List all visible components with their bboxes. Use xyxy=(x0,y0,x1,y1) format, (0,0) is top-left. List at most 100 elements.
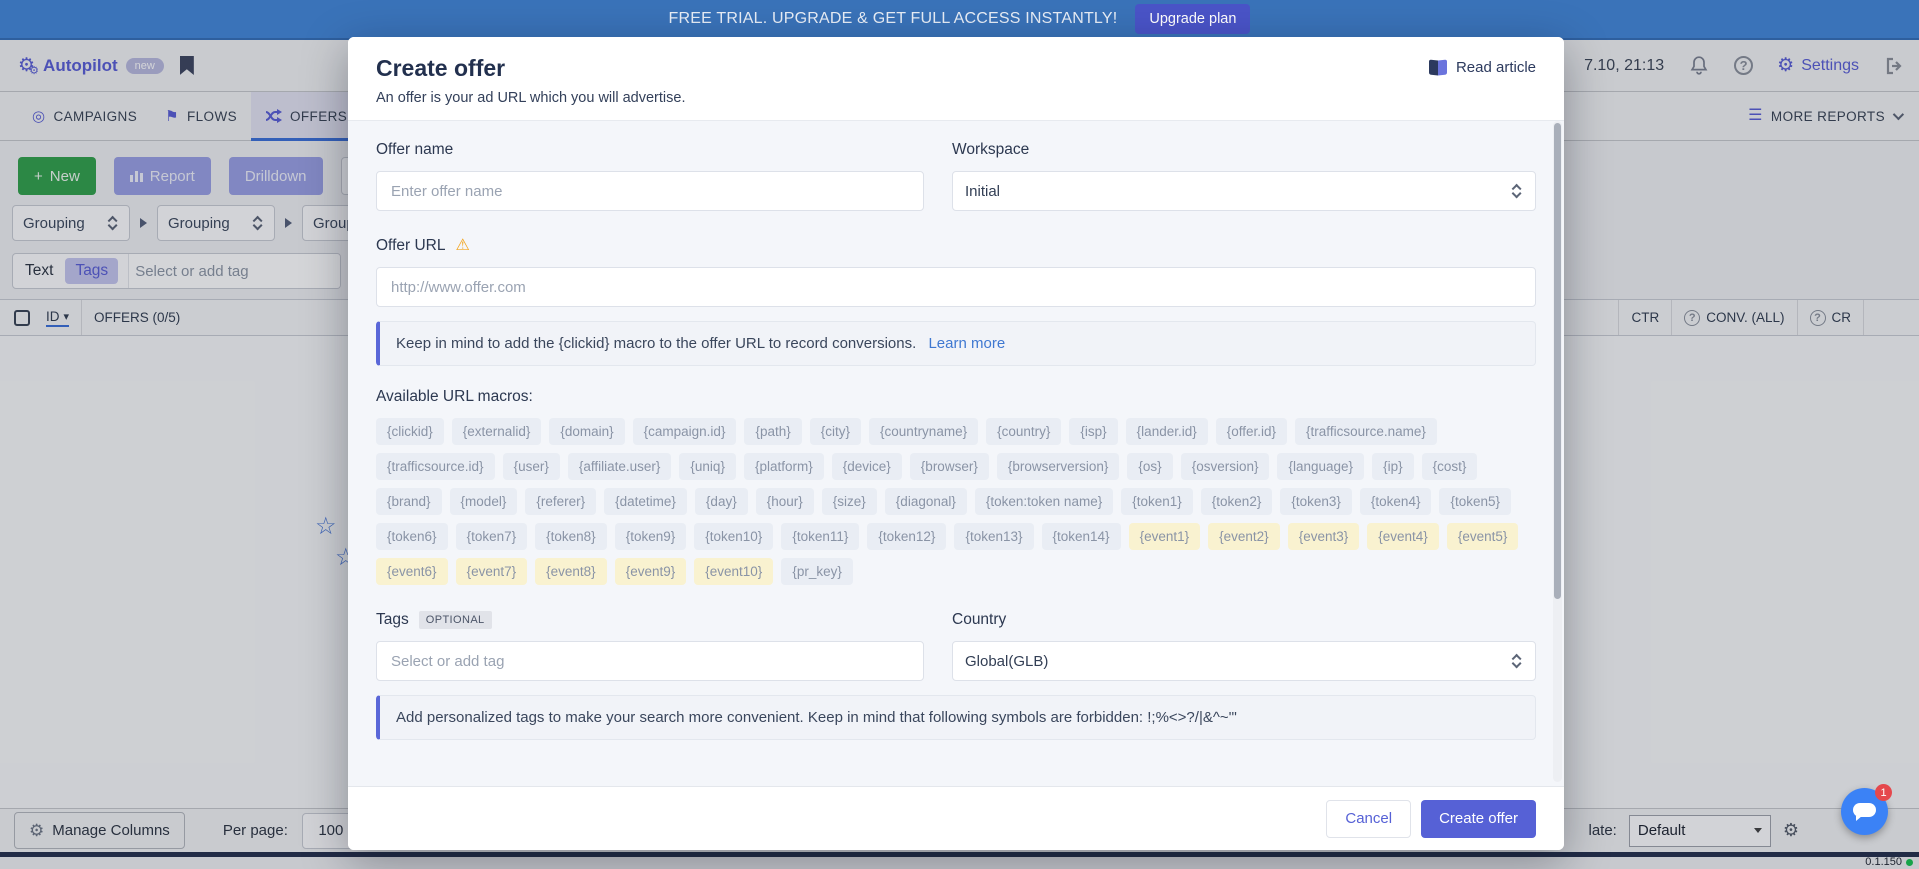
macro-chip[interactable]: {token5} xyxy=(1439,488,1511,515)
macro-chip[interactable]: {diagonal} xyxy=(885,488,967,515)
modal-footer: Cancel Create offer xyxy=(348,786,1564,850)
country-select[interactable]: Global(GLB) xyxy=(952,641,1536,681)
tags-note-text: Add personalized tags to make your searc… xyxy=(396,709,1237,726)
macro-chip[interactable]: {day} xyxy=(695,488,748,515)
macro-chip[interactable]: {browser} xyxy=(910,453,989,480)
modal-title: Create offer xyxy=(376,55,1536,82)
macro-chip[interactable]: {token13} xyxy=(954,523,1033,550)
macro-chip[interactable]: {token11} xyxy=(781,523,859,550)
macro-chip[interactable]: {isp} xyxy=(1069,418,1117,445)
macro-chip[interactable]: {domain} xyxy=(549,418,624,445)
macro-chip[interactable]: {datetime} xyxy=(604,488,687,515)
macro-chip[interactable]: {event8} xyxy=(535,558,607,585)
macro-chip[interactable]: {trafficsource.name} xyxy=(1295,418,1437,445)
workspace-label: Workspace xyxy=(952,141,1536,159)
macro-chip[interactable]: {size} xyxy=(822,488,877,515)
status-green-dot xyxy=(1906,859,1913,866)
macro-chip[interactable]: {cost} xyxy=(1422,453,1478,480)
macro-chip[interactable]: {clickid} xyxy=(376,418,444,445)
macro-chip[interactable]: {event2} xyxy=(1208,523,1280,550)
offer-url-field-group: Offer URL ⚠ http://www.offer.com xyxy=(376,237,1536,307)
clickid-note: Keep in mind to add the {clickid} macro … xyxy=(376,321,1536,366)
trial-banner-text: FREE TRIAL. UPGRADE & GET FULL ACCESS IN… xyxy=(669,10,1118,28)
macro-chip[interactable]: {event10} xyxy=(694,558,773,585)
macro-chip[interactable]: {browserversion} xyxy=(997,453,1120,480)
macro-chip[interactable]: {token3} xyxy=(1280,488,1352,515)
workspace-select-value[interactable]: Initial xyxy=(965,183,1000,200)
macro-chip[interactable]: {trafficsource.id} xyxy=(376,453,495,480)
macro-chip[interactable]: {event9} xyxy=(615,558,687,585)
macro-chip[interactable]: {token2} xyxy=(1201,488,1273,515)
macro-chip[interactable]: {countryname} xyxy=(869,418,978,445)
country-select-value[interactable]: Global(GLB) xyxy=(965,653,1048,670)
macro-chip[interactable]: {event3} xyxy=(1288,523,1360,550)
clickid-note-text: Keep in mind to add the {clickid} macro … xyxy=(396,335,916,352)
read-article-label[interactable]: Read article xyxy=(1456,59,1536,76)
tags-label: Tags xyxy=(376,611,409,629)
upgrade-plan-button[interactable]: Upgrade plan xyxy=(1135,4,1250,34)
macro-chip[interactable]: {token8} xyxy=(535,523,607,550)
macro-chip[interactable]: {path} xyxy=(744,418,801,445)
offer-name-field-group: Offer name Enter offer name xyxy=(376,141,924,211)
macro-chip[interactable]: {lander.id} xyxy=(1126,418,1208,445)
create-offer-button[interactable]: Create offer xyxy=(1421,800,1536,838)
macro-chip[interactable]: {event4} xyxy=(1367,523,1439,550)
modal-scrollbar-thumb[interactable] xyxy=(1554,123,1561,599)
macro-chips: {clickid} {externalid} {domain} {campaign.i… xyxy=(376,418,1536,585)
offer-url-label: Offer URL xyxy=(376,237,446,255)
cancel-button[interactable]: Cancel xyxy=(1326,800,1411,838)
workspace-select[interactable]: Initial xyxy=(952,171,1536,211)
macro-chip[interactable]: {token1} xyxy=(1121,488,1193,515)
macros-label: Available URL macros: xyxy=(376,388,1536,406)
chat-unread-badge: 1 xyxy=(1875,784,1892,801)
macro-chip[interactable]: {token4} xyxy=(1360,488,1432,515)
learn-more-link[interactable]: Learn more xyxy=(928,335,1005,352)
tags-input[interactable]: Select or add tag xyxy=(376,641,924,681)
tags-field-group: Tags OPTIONAL Select or add tag xyxy=(376,611,924,681)
macro-chip[interactable]: {os} xyxy=(1127,453,1172,480)
macro-chip[interactable]: {offer.id} xyxy=(1216,418,1287,445)
chat-launcher-button[interactable]: 1 xyxy=(1841,788,1888,835)
macro-chip[interactable]: {event1} xyxy=(1129,523,1201,550)
macro-chip[interactable]: {token7} xyxy=(456,523,528,550)
version-row: 0.1.150 xyxy=(1865,856,1913,868)
macro-chip[interactable]: {token12} xyxy=(867,523,946,550)
modal-scrollbar-track[interactable] xyxy=(1553,121,1562,782)
country-label: Country xyxy=(952,611,1536,629)
app-root: FREE TRIAL. UPGRADE & GET FULL ACCESS IN… xyxy=(0,0,1919,869)
macro-chip[interactable]: {platform} xyxy=(744,453,824,480)
macro-chip[interactable]: {token10} xyxy=(694,523,773,550)
macro-chip[interactable]: {device} xyxy=(832,453,902,480)
macro-chip[interactable]: {uniq} xyxy=(679,453,736,480)
macro-chip[interactable]: {event5} xyxy=(1447,523,1519,550)
macro-chip[interactable]: {city} xyxy=(810,418,861,445)
macro-chip[interactable]: {token9} xyxy=(615,523,687,550)
macro-chip[interactable]: {token6} xyxy=(376,523,448,550)
offer-url-input[interactable]: http://www.offer.com xyxy=(376,267,1536,307)
macro-chip[interactable]: {campaign.id} xyxy=(633,418,737,445)
macro-chip[interactable]: {affiliate.user} xyxy=(568,453,672,480)
macro-chip[interactable]: {ip} xyxy=(1372,453,1414,480)
macro-chip[interactable]: {user} xyxy=(503,453,560,480)
macro-chip[interactable]: {externalid} xyxy=(452,418,542,445)
macro-chip[interactable]: {event7} xyxy=(456,558,528,585)
country-field-group: Country Global(GLB) xyxy=(952,611,1536,681)
macro-chip[interactable]: {language} xyxy=(1277,453,1364,480)
macro-chip[interactable]: {brand} xyxy=(376,488,442,515)
read-article-link[interactable]: Read article xyxy=(1429,59,1536,76)
macro-chip[interactable]: {token14} xyxy=(1042,523,1121,550)
macro-chip[interactable]: {osversion} xyxy=(1181,453,1270,480)
chat-bubble-icon xyxy=(1853,803,1876,817)
macro-chip[interactable]: {event6} xyxy=(376,558,448,585)
macro-chip[interactable]: {referer} xyxy=(525,488,596,515)
warning-triangle-icon: ⚠ xyxy=(456,238,470,254)
macro-chip[interactable]: {country} xyxy=(986,418,1061,445)
macro-chip[interactable]: {pr_key} xyxy=(781,558,853,585)
offer-name-input[interactable]: Enter offer name xyxy=(376,171,924,211)
macro-chip[interactable]: {model} xyxy=(450,488,518,515)
macro-chip[interactable]: {hour} xyxy=(756,488,814,515)
macro-chip[interactable]: {token:token name} xyxy=(975,488,1113,515)
trial-banner: FREE TRIAL. UPGRADE & GET FULL ACCESS IN… xyxy=(0,0,1919,40)
modal-body: Offer name Enter offer name Workspace In… xyxy=(348,121,1564,786)
create-offer-modal: Create offer An offer is your ad URL whi… xyxy=(348,37,1564,850)
